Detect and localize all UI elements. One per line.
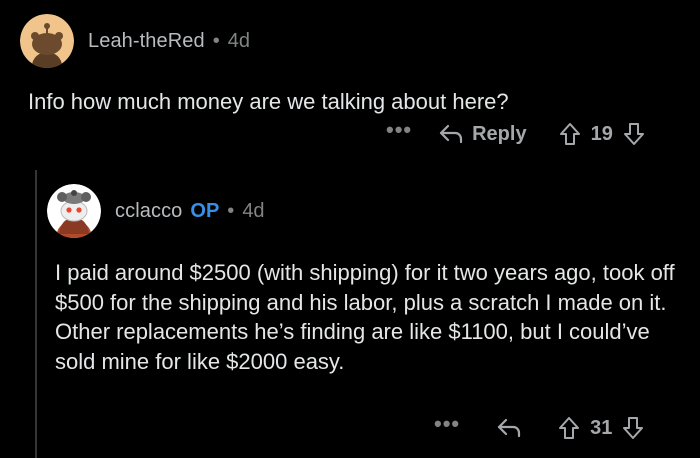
comment-header: Leah-theRed • 4d: [20, 14, 250, 68]
reply-arrow-icon: [496, 417, 522, 439]
username[interactable]: Leah-theRed: [88, 30, 205, 53]
comment-actions: ••• Reply 19: [386, 119, 645, 148]
comment-body: I paid around $2500 (with shipping) for …: [55, 260, 675, 374]
separator-dot: •: [227, 199, 235, 222]
vote-score: 19: [590, 122, 613, 145]
reply-label: Reply: [472, 122, 527, 145]
upvote-icon[interactable]: [558, 416, 580, 440]
comment-body: Info how much money are we talking about…: [28, 89, 509, 114]
user-avatar[interactable]: [20, 14, 74, 68]
separator-dot: •: [212, 29, 220, 52]
thread-line[interactable]: [35, 170, 37, 458]
downvote-icon[interactable]: [622, 416, 644, 440]
comment-age: 4d: [242, 199, 265, 222]
upvote-icon[interactable]: [559, 122, 581, 146]
reply-arrow-icon: [438, 123, 464, 145]
more-options-button[interactable]: •••: [386, 119, 412, 141]
snoo-avatar-icon: [47, 184, 101, 238]
comment-actions: ••• 31: [434, 413, 644, 442]
username[interactable]: cclacco: [115, 200, 182, 223]
reply-comment-header: cclacco OP • 4d: [47, 184, 265, 238]
reply-button[interactable]: [496, 417, 522, 439]
more-options-button[interactable]: •••: [434, 413, 460, 435]
op-badge: OP: [190, 199, 220, 222]
user-avatar[interactable]: [47, 184, 101, 238]
vote-score: 31: [590, 416, 613, 439]
comment-age: 4d: [227, 29, 251, 52]
downvote-icon[interactable]: [623, 122, 645, 146]
snoo-avatar-icon: [20, 14, 74, 68]
reply-button[interactable]: Reply: [438, 122, 527, 146]
